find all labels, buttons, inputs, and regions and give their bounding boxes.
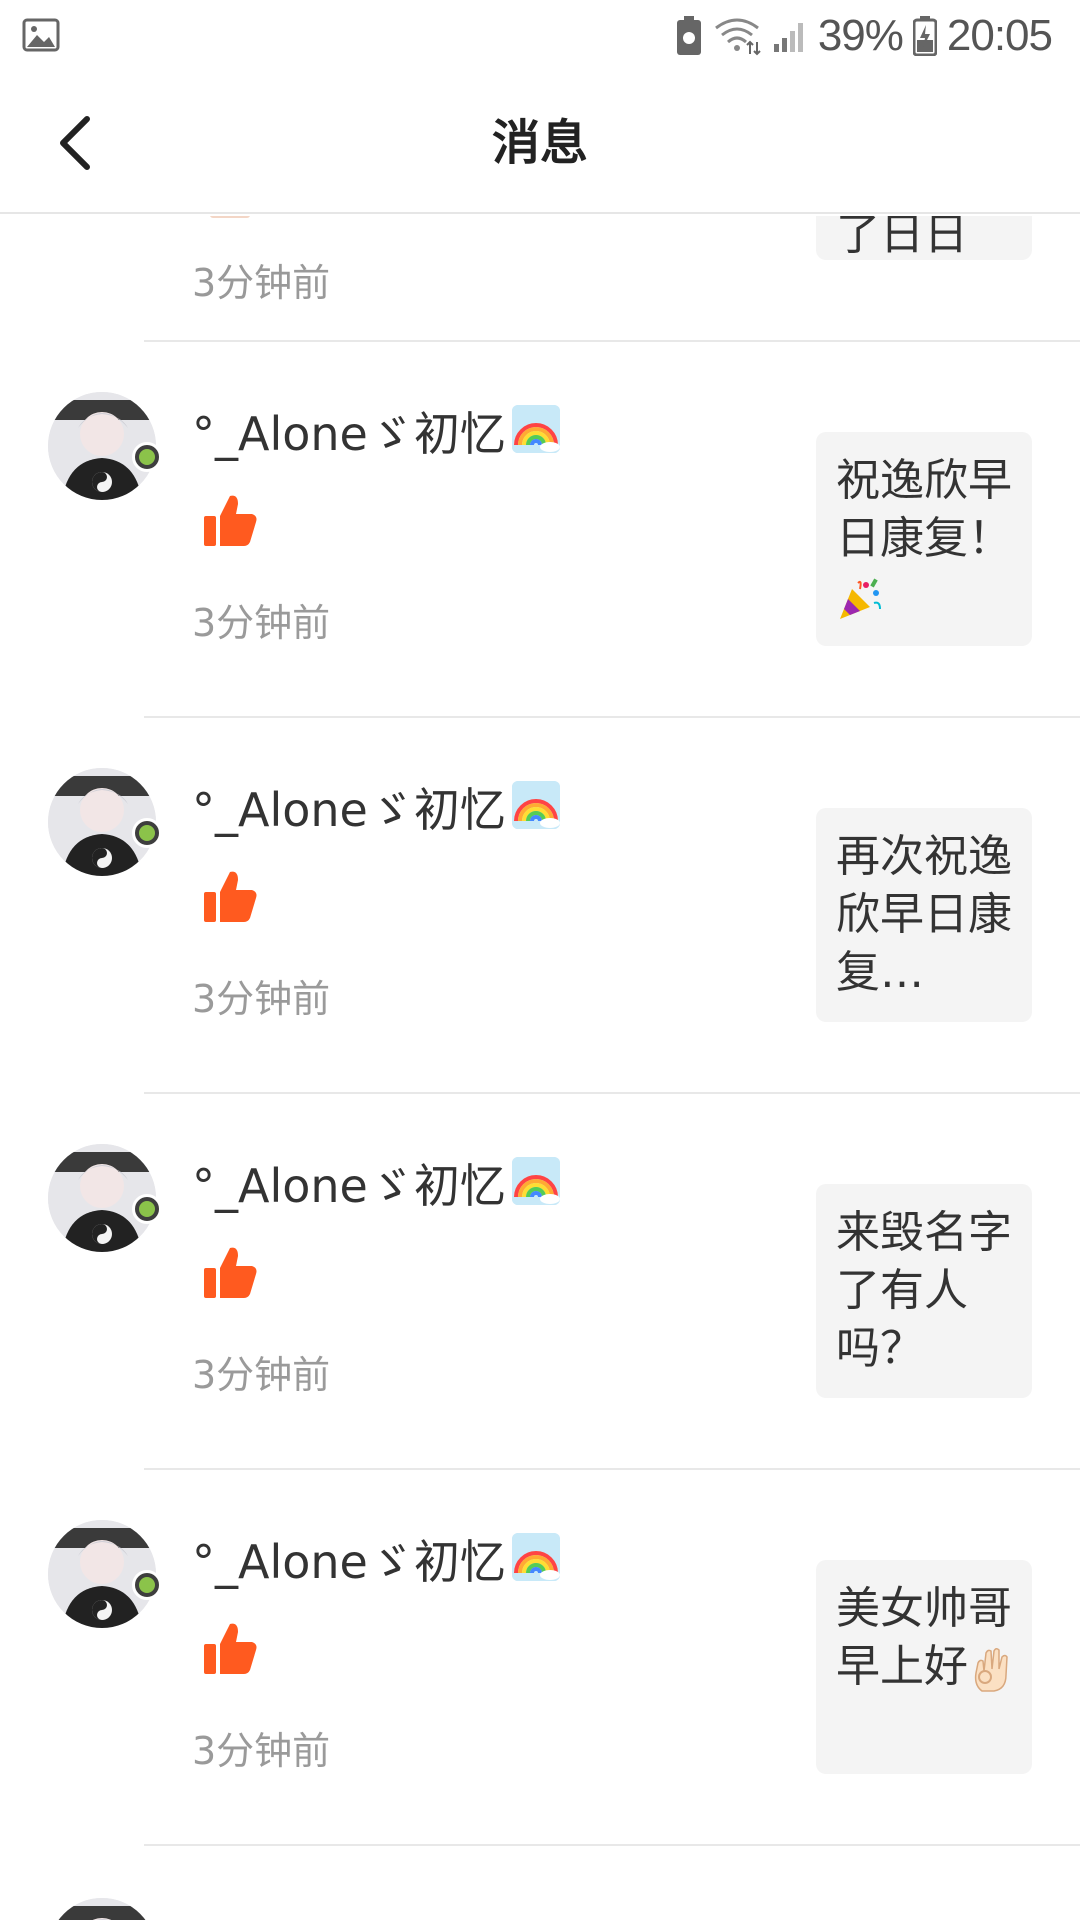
username[interactable]: °_Aloneゞ初忆 — [192, 398, 506, 464]
chevron-left-icon — [60, 116, 90, 170]
username[interactable]: °_Aloneゞ初忆 — [192, 1526, 506, 1592]
online-badge-icon — [132, 818, 162, 848]
gallery-notification-icon — [22, 18, 60, 52]
online-badge-icon — [132, 1194, 162, 1224]
nav-header: 消息 — [0, 72, 1080, 214]
message-time: 3分钟前 — [192, 601, 331, 645]
online-badge-icon — [132, 1570, 162, 1600]
like-icon-partial — [210, 216, 250, 218]
back-button[interactable] — [40, 108, 110, 178]
message-time: 3分钟前 — [192, 977, 331, 1021]
list-item[interactable]: °_Aloneゞ初忆 3分钟前 美女帅哥早上好 — [0, 1470, 1080, 1846]
thumbs-up-icon — [204, 495, 257, 546]
username[interactable]: °_Aloneゞ初忆 — [192, 1150, 506, 1216]
preview-text: 再次祝逸欣早日康复… — [836, 831, 1012, 998]
battery-icon — [912, 16, 937, 56]
preview-text: 了日日 — [836, 216, 968, 260]
list-item[interactable]: °_Aloneゞ初忆 3分钟前 来毁名字了有人吗？ — [0, 1094, 1080, 1470]
thumbs-up-icon — [204, 871, 257, 922]
battery-saver-icon — [676, 16, 701, 55]
rainbow-icon — [512, 405, 560, 453]
message-list[interactable]: 3分钟前 了日日 °_Aloneゞ初忆 3分钟前 祝逸欣早日康复！ °_Alon… — [0, 216, 1080, 1920]
message-preview[interactable]: 来毁名字了有人吗？ — [816, 1184, 1032, 1398]
signal-icon — [773, 23, 803, 52]
rainbow-icon — [512, 1533, 560, 1581]
list-item[interactable]: °_Aloneゞ初忆 3分钟前 祝逸欣早日康复！ — [0, 342, 1080, 718]
list-item-partial[interactable]: 3分钟前 了日日 — [0, 216, 1080, 342]
message-time: 3分钟前 — [192, 1353, 331, 1397]
message-time: 3分钟前 — [192, 1729, 331, 1773]
preview-text: 来毁名字了有人吗？ — [836, 1207, 1012, 1374]
list-item[interactable]: °_Aloneゞ初忆 3分钟前 再次祝逸欣早日康复… — [0, 718, 1080, 1094]
thumbs-up-icon — [204, 1247, 257, 1298]
thumbs-up-icon — [204, 1623, 257, 1674]
message-preview[interactable]: 再次祝逸欣早日康复… — [816, 808, 1032, 1022]
preview-text-wrap: 美女帅哥早上好 — [836, 1580, 1018, 1696]
message-preview[interactable]: 祝逸欣早日康复！ — [816, 432, 1032, 646]
clock: 20:05 — [946, 11, 1053, 60]
wifi-icon — [714, 18, 761, 56]
battery-percent: 39% — [817, 11, 904, 60]
message-preview: 了日日 — [816, 216, 1032, 260]
message-time: 3分钟前 — [192, 261, 331, 305]
rainbow-icon — [512, 781, 560, 829]
status-bar: 39% 20:05 — [0, 0, 1080, 72]
party-popper-icon — [840, 578, 881, 619]
message-preview[interactable]: 美女帅哥早上好 — [816, 1560, 1032, 1774]
username[interactable]: °_Aloneゞ初忆 — [192, 774, 506, 840]
preview-text: 祝逸欣早日康复！ — [836, 455, 1012, 564]
online-badge-icon — [132, 442, 162, 472]
page-title: 消息 — [491, 115, 588, 171]
preview-text-wrap: 祝逸欣早日康复！ — [836, 452, 1018, 626]
ok-hand-icon — [974, 1647, 1008, 1692]
status-right: 39% 20:05 — [676, 10, 1053, 62]
divider — [144, 1844, 1080, 1846]
rainbow-icon — [512, 1157, 560, 1205]
